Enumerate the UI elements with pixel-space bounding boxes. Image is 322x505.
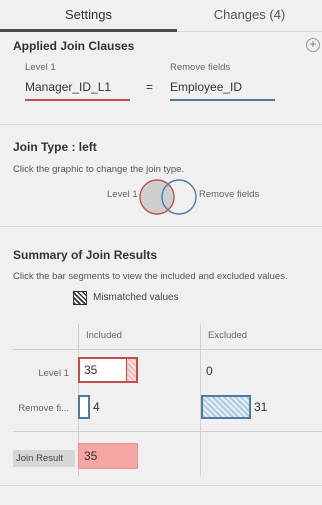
remove-fields-excluded-bar[interactable] bbox=[201, 395, 251, 419]
excluded-column-header: Excluded bbox=[208, 330, 248, 341]
join-result-bar[interactable]: 35 bbox=[78, 443, 138, 469]
row-label-remove-fields: Remove fi... bbox=[18, 403, 69, 414]
row-label-level-1: Level 1 bbox=[38, 368, 69, 379]
tab-settings[interactable]: Settings bbox=[0, 0, 177, 32]
left-join-field[interactable]: Manager_ID_L1 bbox=[25, 80, 130, 101]
mismatched-legend-label: Mismatched values bbox=[93, 292, 179, 303]
join-type-title: Join Type : left bbox=[13, 140, 97, 154]
add-clause-button[interactable]: + bbox=[306, 38, 320, 52]
level1-mismatched-segment[interactable] bbox=[126, 359, 136, 381]
level1-included-bar[interactable]: 35 bbox=[78, 357, 138, 383]
plus-icon: + bbox=[309, 37, 317, 51]
grid-line bbox=[13, 349, 322, 350]
level1-excluded-value[interactable]: 0 bbox=[206, 364, 213, 378]
remove-fields-included-bar[interactable] bbox=[78, 395, 90, 419]
venn-right-label: Remove fields bbox=[199, 189, 260, 200]
join-type-venn-diagram[interactable] bbox=[138, 178, 200, 216]
tab-bar: Settings Changes (4) bbox=[0, 0, 322, 32]
divider bbox=[0, 226, 322, 227]
divider bbox=[0, 485, 322, 486]
remove-fields-excluded-value: 31 bbox=[254, 400, 268, 414]
mismatched-legend-swatch bbox=[73, 291, 87, 305]
remove-fields-included-value: 4 bbox=[93, 400, 100, 414]
summary-help: Click the bar segments to view the inclu… bbox=[13, 271, 288, 282]
right-join-field[interactable]: Employee_ID bbox=[170, 80, 275, 101]
venn-left-circle[interactable] bbox=[139, 179, 175, 215]
included-column-header: Included bbox=[86, 330, 122, 341]
join-type-help: Click the graphic to change the join typ… bbox=[13, 164, 185, 175]
summary-title: Summary of Join Results bbox=[13, 248, 158, 262]
venn-left-label: Level 1 bbox=[107, 189, 138, 200]
grid-line bbox=[13, 431, 322, 432]
left-field-label: Level 1 bbox=[25, 62, 56, 73]
divider bbox=[0, 124, 322, 125]
join-result-label: Join Result bbox=[13, 450, 75, 467]
join-clauses-title: Applied Join Clauses bbox=[13, 39, 135, 53]
tab-changes[interactable]: Changes (4) bbox=[177, 0, 322, 32]
right-field-label: Remove fields bbox=[170, 62, 231, 73]
join-operator[interactable]: = bbox=[146, 80, 153, 94]
level1-included-value: 35 bbox=[84, 363, 98, 377]
